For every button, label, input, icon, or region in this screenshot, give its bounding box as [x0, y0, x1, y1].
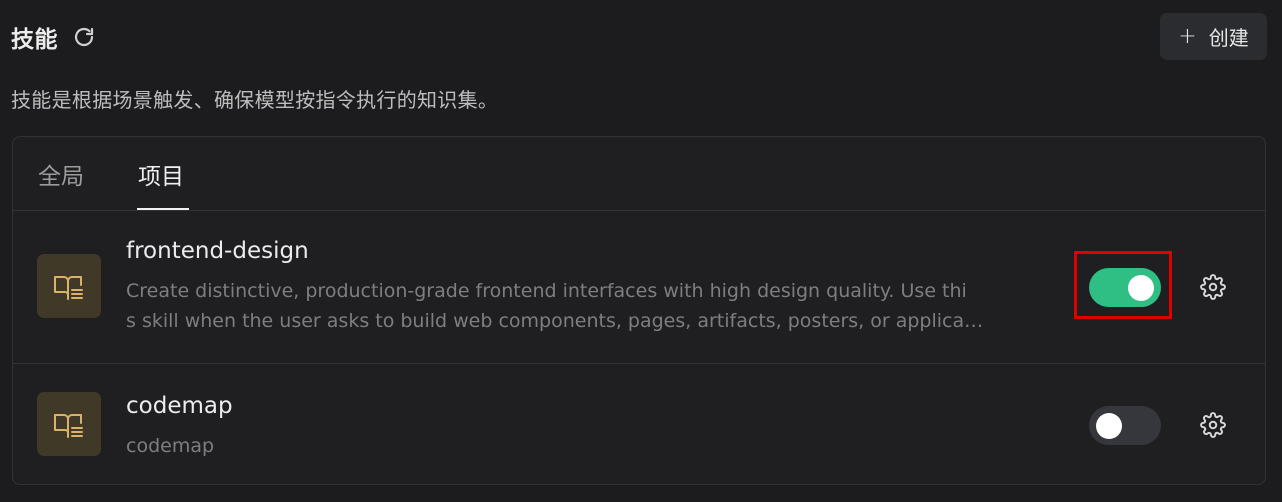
tab-global[interactable]: 全局: [38, 157, 84, 191]
skills-page: 技能 + 创建 技能是根据场景触发、确保模型按指令执行的知识集。 全局 项目 f…: [0, 0, 1282, 502]
create-button[interactable]: + 创建: [1160, 13, 1267, 60]
tab-bar: 全局 项目: [13, 137, 1265, 211]
skill-description: codemap: [126, 435, 215, 457]
skill-description: Create distinctive, production-grade fro…: [126, 276, 1056, 336]
list-item: frontend-design Create distinctive, prod…: [13, 211, 1265, 364]
skill-description-line: s skill when the user asks to build web …: [126, 310, 984, 332]
skill-name: codemap: [126, 393, 233, 419]
book-icon: [37, 254, 101, 318]
active-tab-indicator: [137, 208, 189, 210]
tab-project[interactable]: 项目: [138, 157, 184, 191]
refresh-icon[interactable]: [70, 23, 98, 51]
plus-icon: +: [1178, 24, 1197, 49]
book-icon: [37, 392, 101, 456]
create-button-label: 创建: [1208, 26, 1249, 50]
skill-description-line: Create distinctive, production-grade fro…: [126, 280, 967, 302]
skills-panel: 全局 项目 frontend-design Create distinctive…: [12, 136, 1266, 485]
toggle-knob: [1128, 275, 1154, 301]
page-description: 技能是根据场景触发、确保模型按指令执行的知识集。: [11, 88, 499, 112]
enable-toggle[interactable]: [1089, 268, 1161, 307]
gear-icon[interactable]: [1198, 410, 1228, 440]
page-title: 技能: [11, 27, 58, 53]
toggle-knob: [1096, 413, 1122, 439]
gear-icon[interactable]: [1198, 272, 1228, 302]
skill-name: frontend-design: [126, 238, 309, 264]
page-header: 技能: [11, 20, 98, 54]
enable-toggle[interactable]: [1089, 406, 1161, 445]
list-item: codemap codemap: [13, 364, 1265, 484]
